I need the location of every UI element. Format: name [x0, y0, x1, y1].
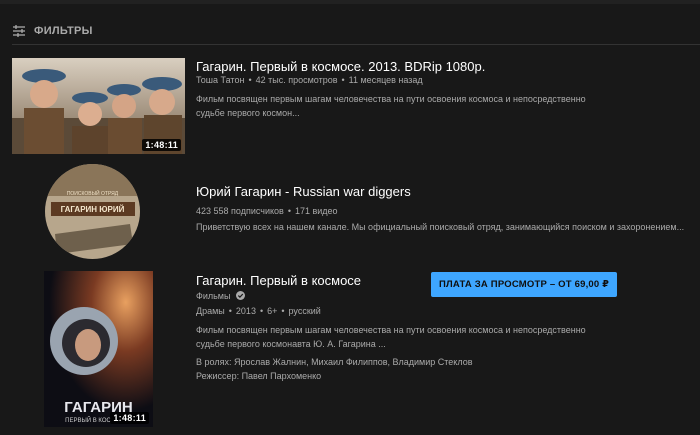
verified-icon [235, 291, 245, 302]
description-line: судьбе первого космонавта Ю. А. Гагарина… [196, 338, 386, 349]
filters-label: ФИЛЬТРЫ [34, 25, 93, 37]
channel-meta: 423 558 подписчиков171 видео [196, 206, 338, 216]
video-description: Фильм посвящен первым шагам человечества… [196, 93, 676, 120]
pay-per-view-button[interactable]: ПЛАТА ЗА ПРОСМОТР – ОТ 69,00 ₽ [431, 272, 617, 297]
movie-description: Фильм посвящен первым шагам человечества… [196, 324, 676, 351]
channel-description: Приветствую всех на нашем канале. Мы офи… [196, 222, 685, 232]
movie-poster[interactable]: ГАГАРИН ПЕРВЫЙ В КОС 1:48:11 [44, 271, 153, 427]
movie-director: Режиссер: Павел Пархоменко [196, 370, 322, 381]
movie-cast: В ролях: Ярослав Жалнин, Михаил Филиппов… [196, 357, 473, 367]
video-thumbnail[interactable]: 1:48:11 [12, 58, 185, 154]
top-bar [0, 0, 700, 4]
movie-rating: 6+ [256, 306, 277, 316]
avatar-text-top: ПОИСКОВЫЙ ОТРЯД [67, 189, 119, 197]
movie-title[interactable]: Гагарин. Первый в космосе [196, 273, 361, 288]
video-age: 11 месяцев назад [338, 75, 423, 85]
movie-duration: 1:48:11 [110, 412, 149, 424]
video-title[interactable]: Гагарин. Первый в космосе. 2013. BDRip 1… [196, 59, 485, 74]
movie-meta: Драмы20136+русский [196, 306, 321, 316]
description-line: Фильм посвящен первым шагам человечества… [196, 94, 586, 104]
movie-channel[interactable]: Фильмы [196, 291, 245, 302]
divider [12, 44, 700, 45]
movie-year: 2013 [225, 306, 256, 316]
movie-genre: Драмы [196, 306, 225, 316]
channel-name: Фильмы [196, 291, 231, 301]
video-meta: Тоша Татон42 тыс. просмотров11 месяцев н… [196, 75, 423, 85]
description-line: судьбе первого космон... [196, 107, 300, 118]
description-line: Фильм посвящен первым шагам человечества… [196, 325, 586, 335]
poster-subtitle: ПЕРВЫЙ В КОС [65, 416, 111, 424]
channel-title[interactable]: Юрий Гагарин - Russian war diggers [196, 184, 411, 199]
movie-language: русский [277, 306, 320, 316]
avatar-text-main: ГАГАРИН ЮРИЙ [61, 205, 125, 214]
channel-avatar[interactable]: ПОИСКОВЫЙ ОТРЯД ГАГАРИН ЮРИЙ [45, 164, 140, 259]
subscriber-count: 423 558 подписчиков [196, 206, 284, 216]
video-views: 42 тыс. просмотров [244, 75, 337, 85]
video-duration: 1:48:11 [142, 139, 181, 151]
channel-name[interactable]: Тоша Татон [196, 75, 244, 85]
filters-button[interactable]: ФИЛЬТРЫ [12, 20, 93, 42]
movie-credits: В ролях: Ярослав Жалнин, Михаил Филиппов… [196, 356, 676, 383]
sliders-icon [12, 24, 26, 38]
video-count: 171 видео [284, 206, 338, 216]
